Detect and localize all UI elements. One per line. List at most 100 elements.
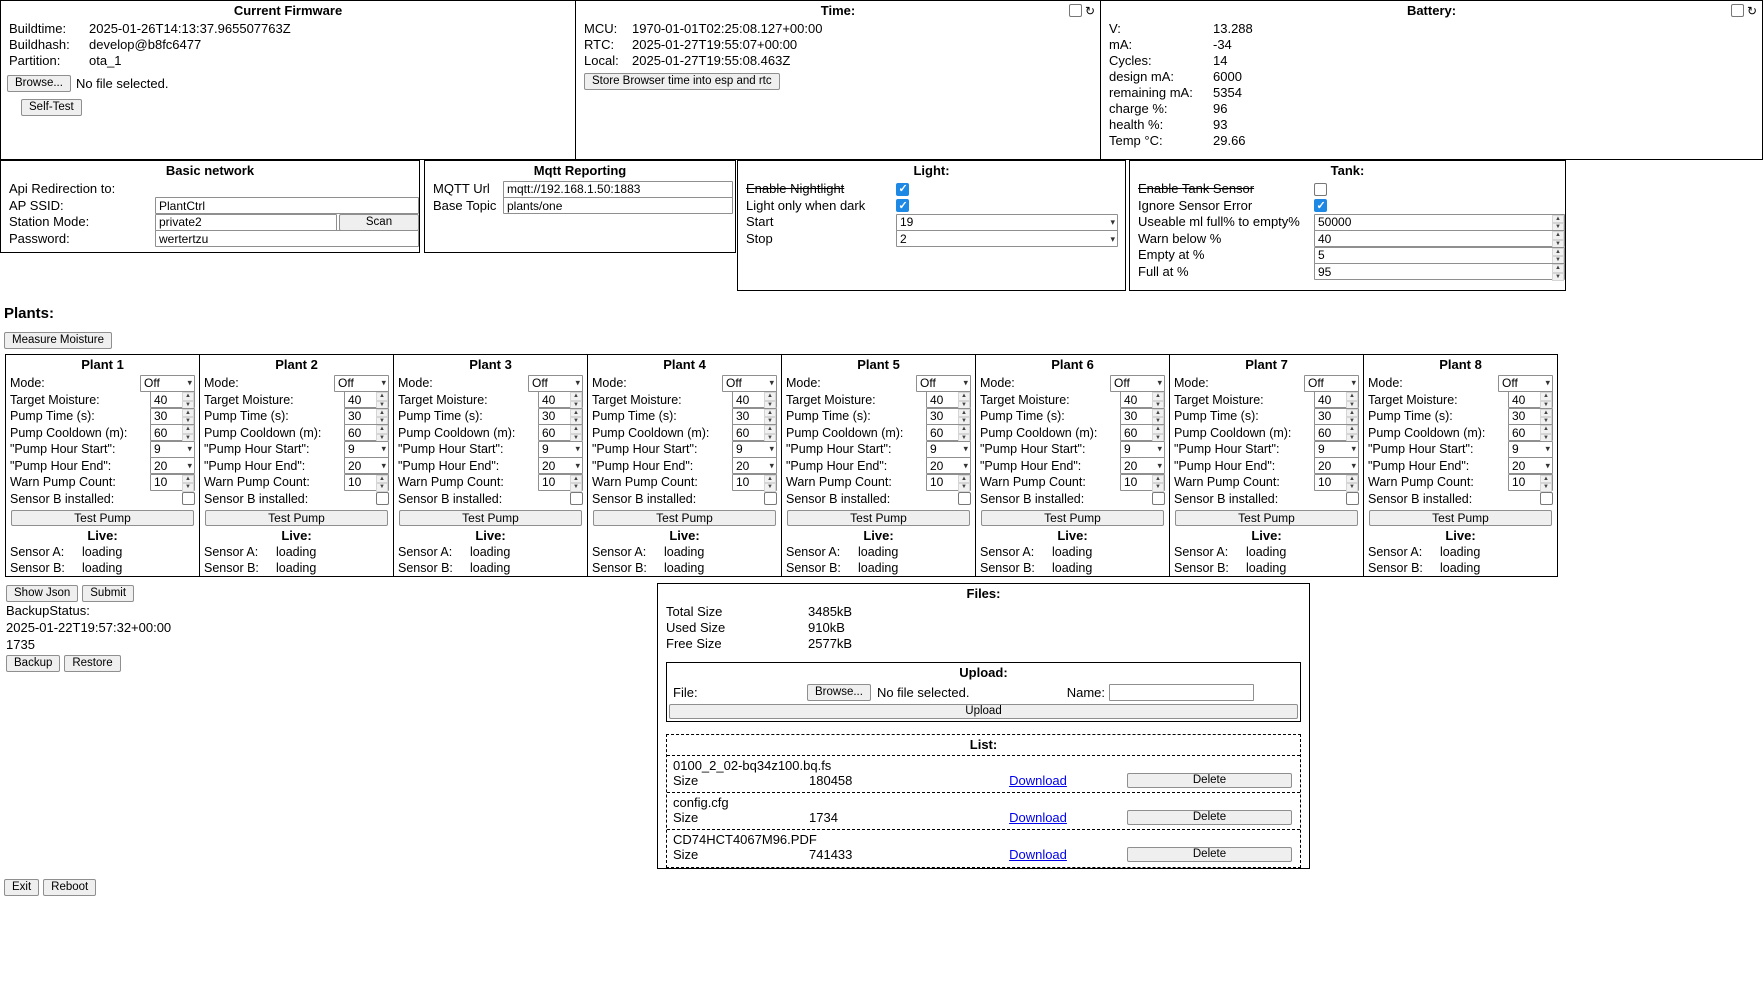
plant-mode-select-control[interactable]: Off xyxy=(1498,375,1553,392)
light-only-dark-checkbox[interactable] xyxy=(896,199,909,212)
full-at-input[interactable] xyxy=(1314,263,1565,280)
test-pump-button[interactable]: Test Pump xyxy=(787,510,970,526)
time-auto-checkbox[interactable] xyxy=(1069,4,1082,17)
pump-hour-start-select[interactable]: 9 xyxy=(1314,441,1359,458)
spinner-icon[interactable]: ▲▼ xyxy=(764,409,776,424)
pump-hour-start-select-control[interactable]: 9 xyxy=(1508,441,1553,458)
spinner-icon[interactable]: ▲▼ xyxy=(1346,475,1358,490)
pump-hour-end-select[interactable]: 20 xyxy=(732,457,777,474)
ignore-sensor-error-checkbox[interactable] xyxy=(1314,199,1327,212)
test-pump-button[interactable]: Test Pump xyxy=(981,510,1164,526)
plant-mode-select[interactable]: Off xyxy=(528,375,583,392)
store-browser-time-button[interactable]: Store Browser time into esp and rtc xyxy=(584,73,780,90)
pump-hour-end-select-control[interactable]: 20 xyxy=(1314,457,1359,474)
scan-button[interactable]: Scan xyxy=(339,214,419,231)
plant-mode-select-control[interactable]: Off xyxy=(722,375,777,392)
sensor-b-installed-checkbox[interactable] xyxy=(764,492,777,505)
plant-mode-select[interactable]: Off xyxy=(1110,375,1165,392)
spinner-icon[interactable]: ▲▼ xyxy=(1152,425,1164,440)
time-refresh-icon[interactable]: ↻ xyxy=(1085,5,1095,17)
spinner-icon[interactable]: ▲▼ xyxy=(1346,425,1358,440)
restore-button[interactable]: Restore xyxy=(64,655,120,672)
plant-mode-select-control[interactable]: Off xyxy=(1110,375,1165,392)
test-pump-button[interactable]: Test Pump xyxy=(205,510,388,526)
pump-hour-start-select-control[interactable]: 9 xyxy=(538,441,583,458)
battery-refresh-icon[interactable]: ↻ xyxy=(1747,5,1757,17)
sensor-b-installed-checkbox[interactable] xyxy=(376,492,389,505)
password-input[interactable] xyxy=(155,230,419,247)
useable-ml-input[interactable] xyxy=(1314,214,1565,231)
upload-name-input[interactable] xyxy=(1109,684,1254,701)
spinner-icon[interactable]: ▲▼ xyxy=(764,392,776,407)
spinner-icon[interactable]: ▲▼ xyxy=(570,409,582,424)
light-stop-select-control[interactable]: 2 xyxy=(896,230,1118,247)
pump-hour-end-select-control[interactable]: 20 xyxy=(1120,457,1165,474)
spinner-icon[interactable]: ▲▼ xyxy=(1552,264,1564,279)
spinner-icon[interactable]: ▲▼ xyxy=(958,475,970,490)
self-test-button[interactable]: Self-Test xyxy=(21,99,82,116)
sensor-b-installed-checkbox[interactable] xyxy=(1152,492,1165,505)
test-pump-button[interactable]: Test Pump xyxy=(11,510,194,526)
spinner-icon[interactable]: ▲▼ xyxy=(764,475,776,490)
pump-hour-start-select[interactable]: 9 xyxy=(732,441,777,458)
spinner-icon[interactable]: ▲▼ xyxy=(1346,392,1358,407)
pump-hour-end-select[interactable]: 20 xyxy=(926,457,971,474)
spinner-icon[interactable]: ▲▼ xyxy=(182,475,194,490)
sensor-b-installed-checkbox[interactable] xyxy=(1540,492,1553,505)
pump-hour-start-select-control[interactable]: 9 xyxy=(150,441,195,458)
station-ssid-input[interactable] xyxy=(155,214,337,231)
spinner-icon[interactable]: ▲▼ xyxy=(1540,409,1552,424)
pump-hour-end-select[interactable]: 20 xyxy=(538,457,583,474)
test-pump-button[interactable]: Test Pump xyxy=(593,510,776,526)
spinner-icon[interactable]: ▲▼ xyxy=(376,425,388,440)
empty-at-input[interactable] xyxy=(1314,247,1565,264)
spinner-icon[interactable]: ▲▼ xyxy=(182,409,194,424)
pump-hour-end-select[interactable]: 20 xyxy=(1314,457,1359,474)
spinner-icon[interactable]: ▲▼ xyxy=(1552,231,1564,246)
spinner-icon[interactable]: ▲▼ xyxy=(182,392,194,407)
pump-hour-start-select-control[interactable]: 9 xyxy=(344,441,389,458)
spinner-icon[interactable]: ▲▼ xyxy=(764,425,776,440)
plant-mode-select[interactable]: Off xyxy=(1304,375,1359,392)
pump-hour-start-select[interactable]: 9 xyxy=(150,441,195,458)
plant-mode-select-control[interactable]: Off xyxy=(1304,375,1359,392)
sensor-b-installed-checkbox[interactable] xyxy=(570,492,583,505)
submit-button[interactable]: Submit xyxy=(82,585,134,602)
pump-hour-start-select[interactable]: 9 xyxy=(1120,441,1165,458)
pump-hour-start-select-control[interactable]: 9 xyxy=(1314,441,1359,458)
delete-button[interactable]: Delete xyxy=(1127,773,1292,788)
spinner-icon[interactable]: ▲▼ xyxy=(376,475,388,490)
spinner-icon[interactable]: ▲▼ xyxy=(1540,475,1552,490)
enable-tank-sensor-checkbox[interactable] xyxy=(1314,183,1327,196)
sensor-b-installed-checkbox[interactable] xyxy=(958,492,971,505)
pump-hour-end-select-control[interactable]: 20 xyxy=(732,457,777,474)
plant-mode-select[interactable]: Off xyxy=(722,375,777,392)
download-link[interactable]: Download xyxy=(1009,810,1067,825)
show-json-button[interactable]: Show Json xyxy=(6,585,78,602)
plant-mode-select-control[interactable]: Off xyxy=(916,375,971,392)
spinner-icon[interactable]: ▲▼ xyxy=(1152,475,1164,490)
plant-mode-select-control[interactable]: Off xyxy=(334,375,389,392)
delete-button[interactable]: Delete xyxy=(1127,847,1292,862)
base-topic-input[interactable] xyxy=(503,197,733,214)
pump-hour-end-select[interactable]: 20 xyxy=(1120,457,1165,474)
light-start-select[interactable]: 19 xyxy=(896,214,1118,231)
test-pump-button[interactable]: Test Pump xyxy=(399,510,582,526)
delete-button[interactable]: Delete xyxy=(1127,810,1292,825)
pump-hour-end-select[interactable]: 20 xyxy=(150,457,195,474)
plant-mode-select[interactable]: Off xyxy=(140,375,195,392)
spinner-icon[interactable]: ▲▼ xyxy=(1346,409,1358,424)
plant-mode-select-control[interactable]: Off xyxy=(528,375,583,392)
warn-below-input[interactable] xyxy=(1314,230,1565,247)
pump-hour-end-select[interactable]: 20 xyxy=(344,457,389,474)
enable-nightlight-checkbox[interactable] xyxy=(896,183,909,196)
sensor-b-installed-checkbox[interactable] xyxy=(1346,492,1359,505)
spinner-icon[interactable]: ▲▼ xyxy=(958,392,970,407)
measure-moisture-button[interactable]: Measure Moisture xyxy=(4,332,112,349)
firmware-browse-button[interactable]: Browse... xyxy=(7,75,71,92)
pump-hour-end-select-control[interactable]: 20 xyxy=(344,457,389,474)
spinner-icon[interactable]: ▲▼ xyxy=(376,409,388,424)
spinner-icon[interactable]: ▲▼ xyxy=(1540,425,1552,440)
spinner-icon[interactable]: ▲▼ xyxy=(1152,392,1164,407)
spinner-icon[interactable]: ▲▼ xyxy=(182,425,194,440)
